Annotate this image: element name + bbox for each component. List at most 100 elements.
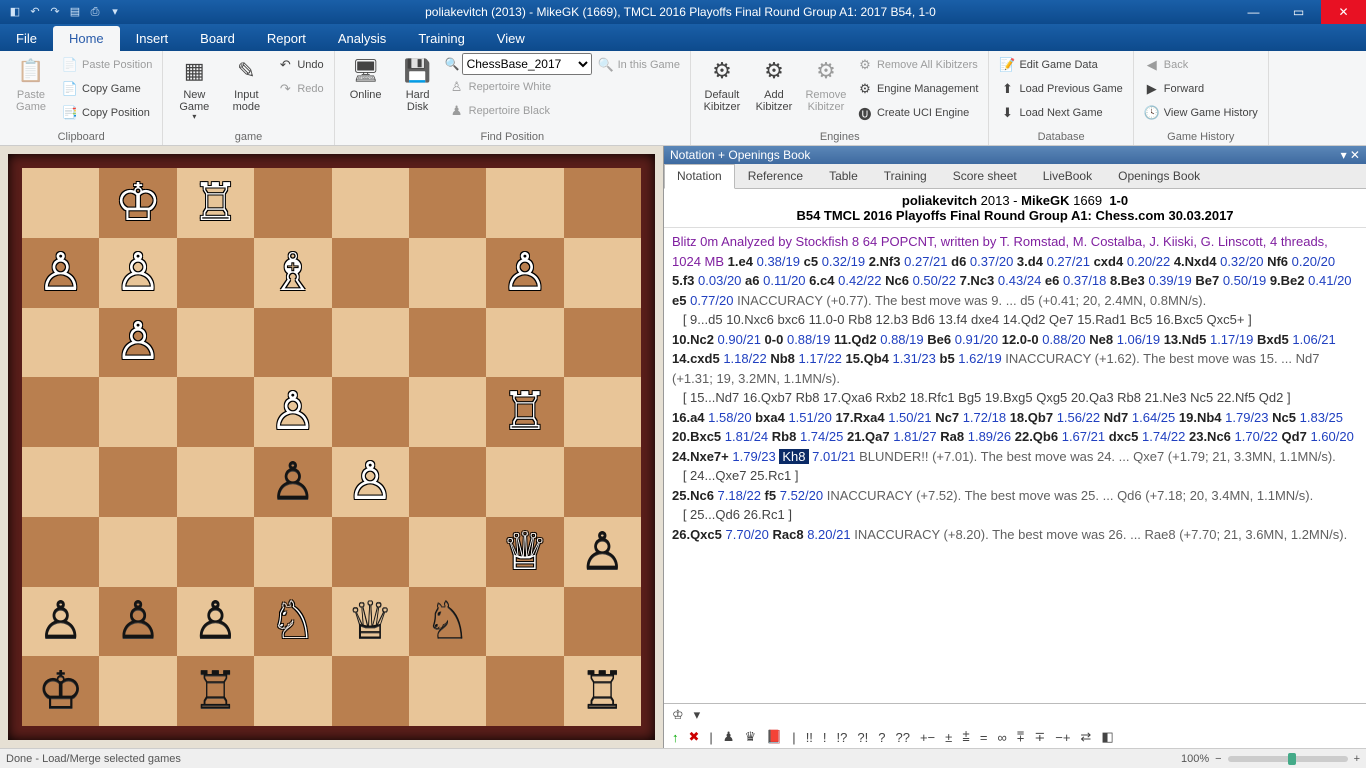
tab-score-sheet[interactable]: Score sheet [940,164,1030,188]
create-uci-engine-button[interactable]: 🅤Create UCI Engine [853,101,983,125]
square[interactable] [564,308,641,378]
square[interactable] [409,308,486,378]
square[interactable]: ♙ [99,308,176,378]
square[interactable] [22,377,99,447]
square[interactable] [177,517,254,587]
square[interactable] [409,238,486,308]
square[interactable]: ♙ [564,517,641,587]
square[interactable]: ♙ [254,377,331,447]
square[interactable] [564,168,641,238]
nag-button[interactable]: ! [823,730,827,745]
repertoire-black-button[interactable]: ♟Repertoire Black [445,99,592,123]
square[interactable]: ♙ [486,238,563,308]
piece-wr[interactable]: ♖ [502,386,549,438]
piece-wp[interactable]: ♙ [37,247,84,299]
square[interactable]: ♙ [22,238,99,308]
piece-bp[interactable]: ♙ [192,595,239,647]
dropdown-icon[interactable]: ▾ [694,707,701,723]
forward-button[interactable]: ▶Forward [1140,77,1262,101]
piece-wp[interactable]: ♙ [115,247,162,299]
undo-button[interactable]: ↶Undo [273,53,327,77]
qat-icon[interactable]: ⎙ [88,5,102,19]
square[interactable] [564,587,641,657]
default-kibitzer-button[interactable]: ⚙Default Kibitzer [697,53,747,115]
square[interactable] [177,238,254,308]
square[interactable]: ♗ [254,238,331,308]
toolbar-pawn-icon[interactable]: ♟ [723,729,735,745]
piece-wp[interactable]: ♙ [502,247,549,299]
square[interactable]: ♖ [177,168,254,238]
piece-wk[interactable]: ♔ [115,177,162,229]
square[interactable] [254,656,331,726]
square[interactable]: ♖ [177,656,254,726]
piece-br[interactable]: ♖ [579,665,626,717]
square[interactable] [409,377,486,447]
square[interactable]: ♔ [22,656,99,726]
piece-wb[interactable]: ♗ [270,247,317,299]
square[interactable] [99,656,176,726]
back-button[interactable]: ◀Back [1140,53,1262,77]
up-arrow-icon[interactable]: ↑ [672,730,679,745]
square[interactable] [22,517,99,587]
nag-button[interactable]: ?! [857,730,868,745]
zoom-slider[interactable] [1228,756,1348,762]
nag-button[interactable]: ± [945,730,952,745]
qat-undo-icon[interactable]: ↶ [28,5,42,19]
add-kibitzer-button[interactable]: ⚙Add Kibitzer [749,53,799,115]
copy-position-button[interactable]: 📑Copy Position [58,101,156,125]
online-button[interactable]: 🖥Online [341,53,391,103]
square[interactable] [564,447,641,517]
load-previous-game-button[interactable]: ⬆Load Previous Game [995,77,1126,101]
square[interactable] [332,238,409,308]
square[interactable]: ♘ [409,587,486,657]
panel-controls[interactable]: ▾ ✕ [1341,148,1360,162]
in-this-game-button[interactable]: 🔍In this Game [594,53,684,77]
remove-kibitzer-button[interactable]: ⚙Remove Kibitzer [801,53,851,115]
piece-wn[interactable]: ♘ [270,595,317,647]
input-mode-button[interactable]: ✎Input mode [221,53,271,115]
menu-report[interactable]: Report [251,26,322,51]
tab-livebook[interactable]: LiveBook [1030,164,1105,188]
nag-button[interactable]: !! [806,730,813,745]
database-select[interactable]: ChessBase_2017 [462,53,592,75]
piece-bn[interactable]: ♘ [424,595,471,647]
close-button[interactable]: ✕ [1321,0,1366,24]
menu-analysis[interactable]: Analysis [322,26,402,51]
square[interactable] [332,517,409,587]
piece-bp[interactable]: ♙ [115,595,162,647]
menu-board[interactable]: Board [184,26,251,51]
nag-button[interactable]: = [980,730,988,745]
square[interactable]: ♔ [99,168,176,238]
zoom-control[interactable]: 100% − + [1181,753,1360,765]
qat-save-icon[interactable]: ▤ [68,5,82,19]
square[interactable]: ♙ [99,238,176,308]
square[interactable]: ♙ [99,587,176,657]
square[interactable] [332,308,409,378]
piece-bk[interactable]: ♔ [37,665,84,717]
eraser-icon[interactable]: ◧ [1101,729,1113,745]
nag-button[interactable]: ? [878,730,885,745]
square[interactable]: ♙ [332,447,409,517]
square[interactable] [486,656,563,726]
menu-insert[interactable]: Insert [120,26,185,51]
menu-training[interactable]: Training [402,26,480,51]
nag-button[interactable]: −+ [1055,730,1070,745]
hard-disk-button[interactable]: 💾Hard Disk [393,53,443,115]
piece-wp[interactable]: ♙ [347,456,394,508]
nag-button[interactable]: ⇄ [1080,729,1091,745]
piece-bp[interactable]: ♙ [579,526,626,578]
remove-all-kibitzers-button[interactable]: ⚙Remove All Kibitzers [853,53,983,77]
square[interactable] [409,168,486,238]
square[interactable] [486,447,563,517]
menu-file[interactable]: File [0,26,53,51]
piece-wp[interactable]: ♙ [115,316,162,368]
nag-button[interactable]: ?? [895,730,909,745]
view-game-history-button[interactable]: 🕓View Game History [1140,101,1262,125]
menu-home[interactable]: Home [53,26,120,51]
square[interactable] [22,447,99,517]
qat-dropdown-icon[interactable]: ▾ [108,5,122,19]
menu-view[interactable]: View [481,26,541,51]
square[interactable] [409,447,486,517]
piece-bq[interactable]: ♕ [347,595,394,647]
square[interactable] [177,377,254,447]
